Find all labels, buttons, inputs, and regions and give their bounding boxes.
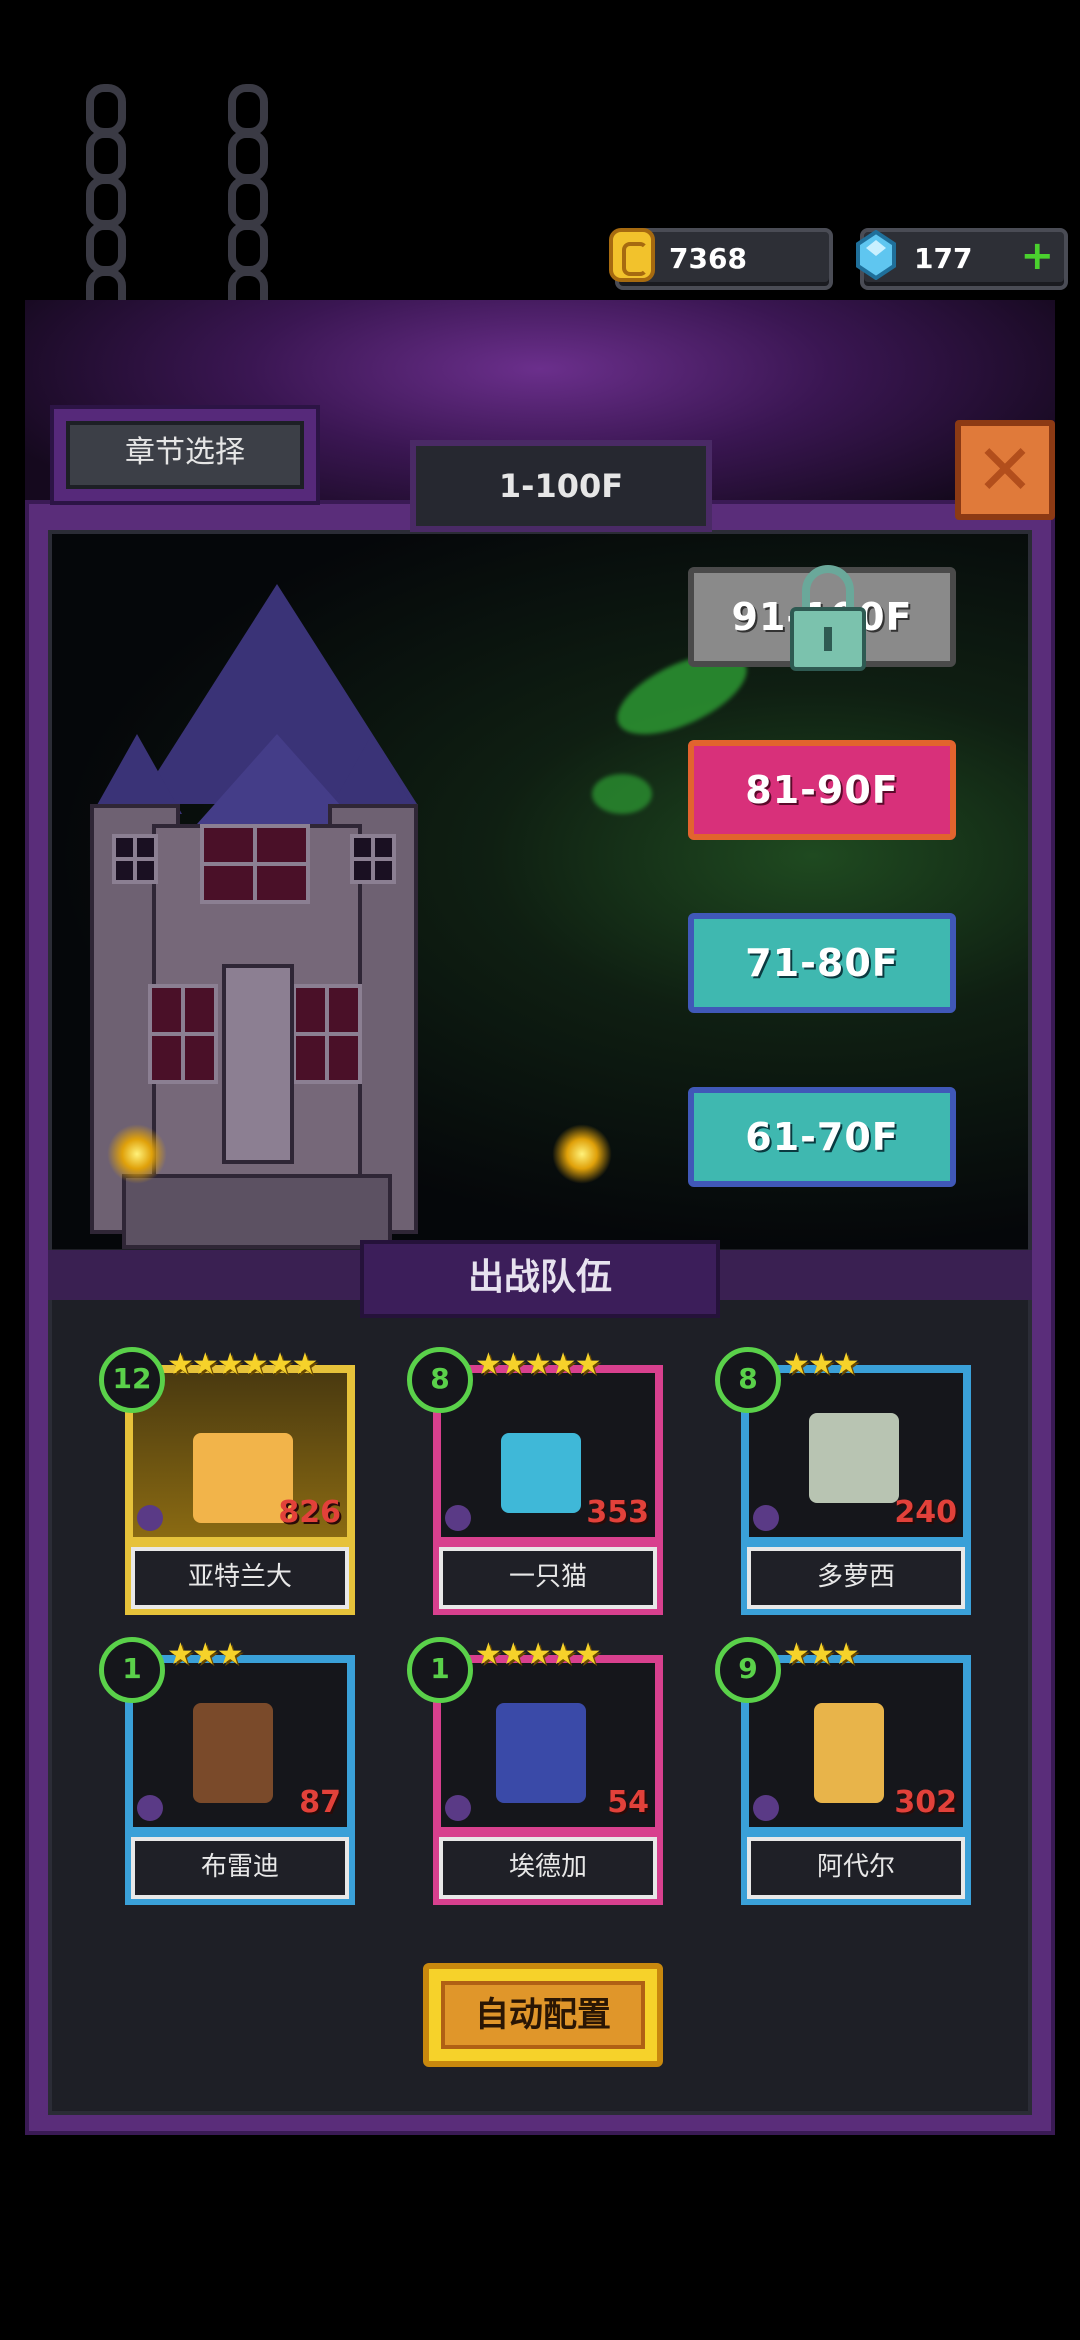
gem-value: 177	[914, 242, 973, 275]
hero-level: 9	[715, 1637, 781, 1703]
chapter-select-label: 章节选择	[66, 421, 304, 489]
hero-stars: ★★★★★	[475, 1637, 601, 1672]
hero-power: 826	[278, 1495, 341, 1530]
close-button[interactable]: ✕	[955, 420, 1055, 520]
hero-stars: ★★★	[783, 1347, 860, 1382]
hero-power: 240	[894, 1495, 957, 1530]
hero-level: 1	[407, 1637, 473, 1703]
floor-button-71-80[interactable]: 71-80F	[688, 913, 956, 1013]
lock-icon	[790, 565, 866, 671]
hero-card[interactable]: 54 1 ★★★★★ 埃德加	[407, 1637, 663, 1905]
floor-range-title: 1-100F	[410, 440, 712, 532]
class-icon	[753, 1795, 779, 1821]
floor-button-81-90[interactable]: 81-90F	[688, 740, 956, 840]
class-icon	[445, 1505, 471, 1531]
class-icon	[753, 1505, 779, 1531]
hero-card[interactable]: 826 12 ★★★★★★ 亚特兰大	[99, 1347, 355, 1615]
chapter-select-button[interactable]: 章节选择	[50, 405, 320, 505]
gold-value: 7368	[669, 242, 747, 275]
hero-level: 8	[407, 1347, 473, 1413]
hero-stars: ★★★★★★	[167, 1347, 318, 1382]
hero-power: 87	[299, 1785, 341, 1820]
hero-card[interactable]: 353 8 ★★★★★ 一只猫	[407, 1347, 663, 1615]
chain-right	[225, 84, 271, 320]
hero-name: 多萝西	[747, 1547, 965, 1609]
floor-label: 71-80F	[745, 941, 899, 985]
hero-power: 302	[894, 1785, 957, 1820]
auto-configure-label: 自动配置	[441, 1981, 645, 2049]
chain-left	[83, 84, 129, 320]
hero-power: 353	[586, 1495, 649, 1530]
class-icon	[137, 1795, 163, 1821]
hero-name: 布雷迪	[131, 1837, 349, 1899]
hero-power: 54	[607, 1785, 649, 1820]
hero-stars: ★★★	[783, 1637, 860, 1672]
hero-name: 埃德加	[439, 1837, 657, 1899]
auto-configure-button[interactable]: 自动配置	[423, 1963, 663, 2067]
floor-button-91-100[interactable]: 91-100F	[688, 565, 956, 671]
floor-label: 61-70F	[745, 1115, 899, 1159]
hero-stars: ★★★	[167, 1637, 244, 1672]
class-icon	[137, 1505, 163, 1531]
plus-icon[interactable]: +	[1020, 236, 1054, 276]
hero-name: 阿代尔	[747, 1837, 965, 1899]
hero-level: 8	[715, 1347, 781, 1413]
hero-stars: ★★★★★	[475, 1347, 601, 1382]
hero-card[interactable]: 240 8 ★★★ 多萝西	[715, 1347, 971, 1615]
gold-counter: 7368	[609, 228, 833, 290]
hero-level: 1	[99, 1637, 165, 1703]
class-icon	[445, 1795, 471, 1821]
hero-card[interactable]: 87 1 ★★★ 布雷迪	[99, 1637, 355, 1905]
hero-card[interactable]: 302 9 ★★★ 阿代尔	[715, 1637, 971, 1905]
gem-counter[interactable]: 177 +	[856, 228, 1068, 290]
hero-name: 一只猫	[439, 1547, 657, 1609]
hero-name: 亚特兰大	[131, 1547, 349, 1609]
close-icon: ✕	[975, 429, 1035, 511]
hero-level: 12	[99, 1347, 165, 1413]
floor-button-61-70[interactable]: 61-70F	[688, 1087, 956, 1187]
team-title: 出战队伍	[360, 1240, 720, 1318]
floor-label: 81-90F	[745, 768, 899, 812]
coin-icon	[609, 228, 655, 282]
gem-icon	[856, 230, 896, 280]
